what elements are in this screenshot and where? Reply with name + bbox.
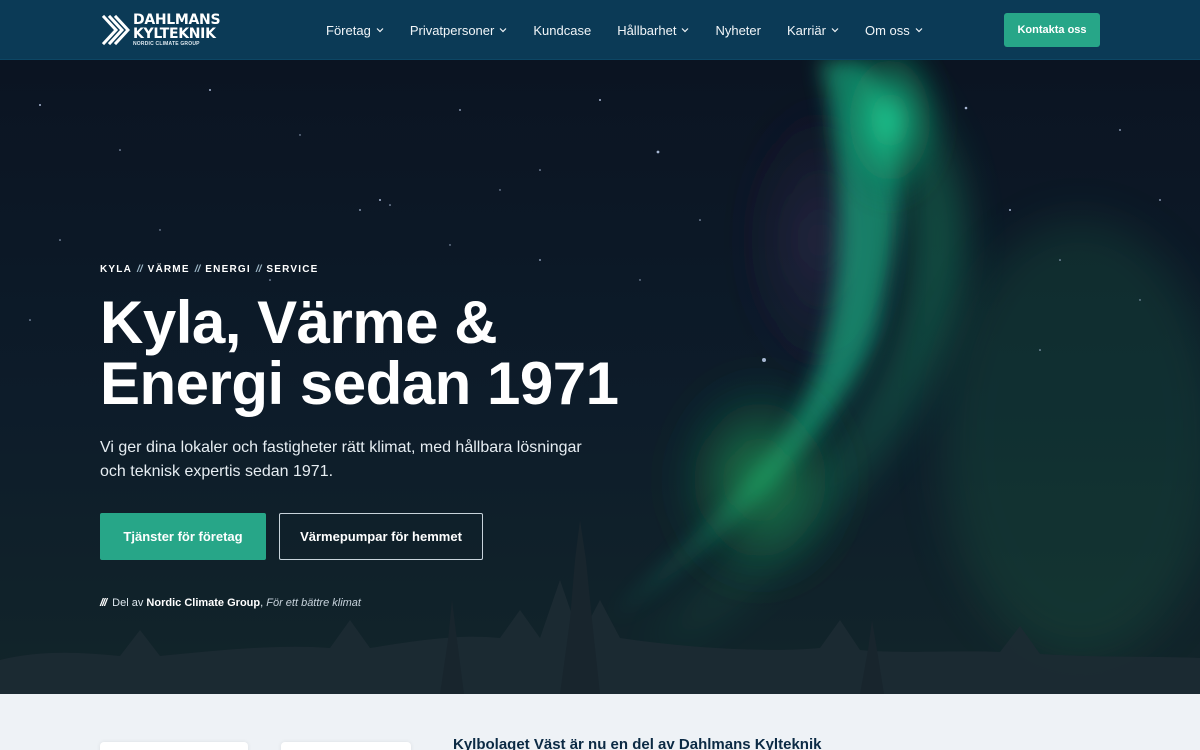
nav-item-label: Kundcase [533, 22, 592, 38]
eyebrow-item-service: SERVICE [266, 264, 319, 275]
nav-item-nyheter[interactable]: Nyheter [715, 23, 761, 38]
eyebrow-item-varme: VÄRME [147, 264, 190, 275]
hero-subtext: Vi ger dina lokaler och fastigheter rätt… [100, 439, 582, 480]
eyebrow-separator: // [255, 264, 262, 275]
eyebrow-separator: // [137, 264, 143, 275]
hero-headline-line1: Kyla, Värme & [100, 289, 498, 356]
hero-headline-line2: Energi sedan 1971 [100, 350, 619, 417]
chevron-down-icon [376, 28, 384, 33]
chevron-down-icon [499, 28, 507, 33]
logo[interactable]: DAHLMANS KYLTEKNIK NORDIC CLIMATE GROUP [100, 13, 230, 47]
nav-item-label: Karriär [786, 22, 826, 38]
chevron-down-icon [831, 28, 839, 33]
services-for-business-button[interactable]: Tjänster för företag [100, 513, 266, 560]
nav-item-label: Nyheter [715, 22, 761, 38]
nav-item-hallbarhet[interactable]: Hållbarhet [617, 23, 689, 38]
eyebrow-item-kyla: KYLA [100, 264, 133, 275]
eyebrow-separator: // [194, 264, 201, 275]
news-card[interactable] [281, 742, 411, 750]
hero-headline: Kyla, Värme & Energi sedan 1971 [100, 292, 660, 414]
nav-item-privatpersoner[interactable]: Privatpersoner [410, 23, 508, 38]
slash-mark-icon: /// [100, 597, 107, 609]
nav-item-karriar[interactable]: Karriär [787, 23, 839, 38]
group-name: Nordic Climate Group [146, 597, 261, 609]
site-header: DAHLMANS KYLTEKNIK NORDIC CLIMATE GROUP … [0, 0, 1200, 60]
nav-item-label: Hållbarhet [617, 22, 677, 38]
chevron-down-icon [915, 28, 923, 33]
contact-button[interactable]: Kontakta oss [1004, 13, 1100, 47]
main-nav: Företag Privatpersoner Kundcase Hållbarh… [326, 0, 949, 60]
nav-item-label: Företag [326, 22, 371, 38]
hero-section: KYLA // VÄRME // ENERGI // SERVICE Kyla, Värme… [0, 60, 1200, 694]
nav-item-om-oss[interactable]: Om oss [865, 23, 923, 38]
nav-item-kundcase[interactable]: Kundcase [533, 23, 591, 38]
eyebrow-item-energi: ENERGI [205, 264, 251, 275]
news-card[interactable] [100, 742, 248, 750]
chevron-down-icon [682, 28, 689, 33]
logo-tagline: NORDIC CLIMATE GROUP [133, 41, 200, 47]
nav-item-label: Privatpersoner [409, 22, 495, 38]
logo-mark-icon [100, 13, 130, 47]
news-section: Kylbolaget Väst är nu en del av Dahlmans… [0, 694, 1200, 750]
group-affiliation: ///Del av Nordic Climate Group, För ett … [100, 597, 361, 609]
nav-item-foretag[interactable]: Företag [326, 23, 384, 38]
service-eyebrow: KYLA // VÄRME // ENERGI // SERVICE [100, 264, 319, 275]
news-title: Kylbolaget Väst är nu en del av Dahlmans… [453, 736, 822, 750]
heat-pumps-for-home-button[interactable]: Värmepumpar för hemmet [279, 513, 483, 560]
logo-text-line1: DAHLMANS [133, 12, 221, 28]
nav-item-label: Om oss [865, 22, 910, 38]
logo-text-line2: KYLTEKNIK [133, 26, 216, 42]
group-prefix: Del av [112, 597, 147, 609]
group-slogan: För ett bättre klimat [266, 597, 361, 609]
